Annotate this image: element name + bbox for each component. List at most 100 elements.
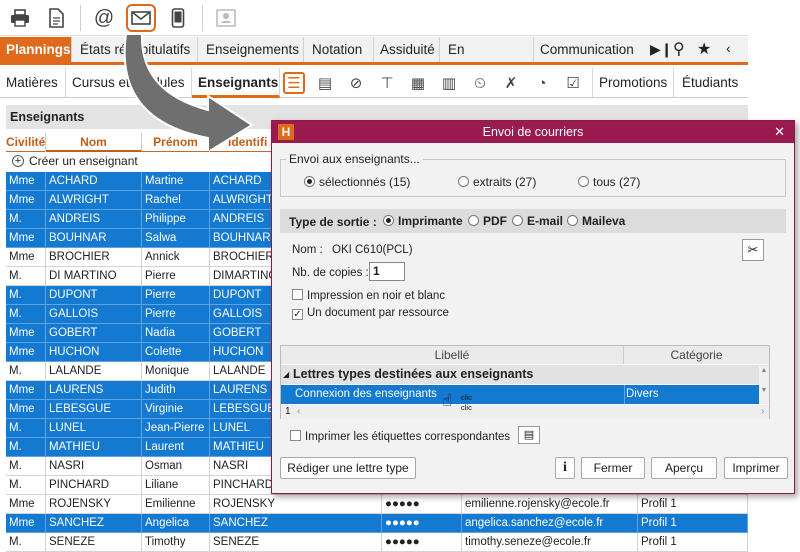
click-label-2: clic xyxy=(461,403,472,412)
search-icon[interactable]: ⚲ xyxy=(673,39,685,59)
check-icon[interactable]: ☑ xyxy=(562,72,584,94)
cell-civ: M. xyxy=(6,476,46,495)
gauge-icon[interactable]: ◔ xyxy=(531,72,553,94)
output-pdf-radio[interactable]: PDF xyxy=(468,214,507,228)
nav-plannings[interactable]: Plannings xyxy=(0,37,72,62)
hand-cursor-icon: ☝ xyxy=(442,391,453,410)
row-counter: 1 xyxy=(285,406,291,417)
preview-button[interactable]: Aperçu xyxy=(651,457,717,479)
forbidden-icon[interactable]: ⊘ xyxy=(345,72,367,94)
close-button[interactable]: Fermer xyxy=(581,457,645,479)
cell-civ: Mme xyxy=(6,172,46,191)
print-button[interactable]: Imprimer xyxy=(724,457,788,479)
cell-nom: MATHIEU xyxy=(46,438,142,457)
cell-nom: LEBESGUE xyxy=(46,400,142,419)
clock-icon[interactable]: ⏲ xyxy=(469,72,491,94)
cell-prenom: Judith xyxy=(142,381,210,400)
id-card-icon[interactable]: ▤ xyxy=(314,72,336,94)
printer-settings-icon[interactable]: ✂ xyxy=(742,239,764,261)
phone-icon[interactable] xyxy=(166,6,190,30)
table-footer: 1 ‹ › xyxy=(281,405,769,419)
dialog-titlebar: H Envoi de courriers ✕ xyxy=(272,121,794,143)
cell-civ: Mme xyxy=(6,495,46,514)
table-row[interactable]: Mme ROJENSKY Emilienne ROJENSKY ●●●●● emilien… xyxy=(6,495,748,514)
cell-nom: DUPONT xyxy=(46,286,142,305)
cell-prenom: Monique xyxy=(142,362,210,381)
mail-icon[interactable] xyxy=(126,4,156,32)
cell-prenom: Osman xyxy=(142,457,210,476)
letter-row[interactable]: Connexion des enseignants Divers xyxy=(281,385,769,404)
cell-civ: M. xyxy=(6,457,46,476)
send-extracted-radio[interactable]: extraits (27) xyxy=(458,175,536,189)
cell-nom: DI MARTINO xyxy=(46,267,142,286)
cell-nom: NASRI xyxy=(46,457,142,476)
cell-civ: Mme xyxy=(6,324,46,343)
table-row[interactable]: Mme SANCHEZ Angelica SANCHEZ ●●●●● angelica.s… xyxy=(6,514,748,533)
cell-prenom: Jean-Pierre xyxy=(142,419,210,438)
tab-matieres[interactable]: Matières xyxy=(0,68,66,98)
cell-prenom: Pierre xyxy=(142,286,210,305)
pointer-arrow xyxy=(123,33,254,150)
cell-prenom: Virginie xyxy=(142,400,210,419)
contact-card-icon[interactable] xyxy=(214,6,238,30)
star-icon[interactable]: ★ xyxy=(697,39,711,59)
close-icon[interactable]: ✕ xyxy=(774,121,785,143)
cell-nom: LUNEL xyxy=(46,419,142,438)
table-row[interactable]: M. SENEZE Timothy SENEZE ●●●●● timothy.seneze… xyxy=(6,533,748,552)
one-doc-checkbox[interactable]: ✓ Un document par ressource xyxy=(292,307,449,320)
cell-nom: PINCHARD xyxy=(46,476,142,495)
nav-entreprise[interactable]: En entreprise xyxy=(442,37,534,82)
col-libelle[interactable]: Libellé xyxy=(281,346,624,364)
info-button[interactable]: i xyxy=(555,457,575,479)
filter-icon[interactable]: ⊤ xyxy=(376,72,398,94)
cell-nom: GOBERT xyxy=(46,324,142,343)
output-printer-radio[interactable]: Imprimante xyxy=(383,214,463,228)
cell-prenom: Timothy xyxy=(142,533,210,552)
tab-promotions[interactable]: Promotions xyxy=(592,68,674,98)
document-icon[interactable] xyxy=(44,6,68,30)
scroll-right-icon[interactable]: › xyxy=(761,405,764,419)
cell-email: emilienne.rojensky@ecole.fr xyxy=(462,495,638,514)
labels-icon[interactable]: ▤ xyxy=(518,426,540,444)
cell-nom: BOUHNAR xyxy=(46,229,142,248)
send-all-radio[interactable]: tous (27) xyxy=(578,175,640,189)
send-selected-radio[interactable]: sélectionnés (15) xyxy=(304,175,410,189)
write-letter-button[interactable]: Rédiger une lettre type xyxy=(280,457,416,479)
grid-icon[interactable]: ▦ xyxy=(407,72,429,94)
copies-input[interactable]: 1 xyxy=(369,262,405,281)
at-icon[interactable]: @ xyxy=(92,6,116,30)
col-civilite[interactable]: Civilité xyxy=(6,133,46,152)
nav-notation[interactable]: Notation xyxy=(306,37,374,62)
cell-civ: Mme xyxy=(6,248,46,267)
table-scrollbar[interactable]: ▲ ▼ xyxy=(759,366,769,404)
scroll-left-icon[interactable]: ‹ xyxy=(297,405,300,419)
col-categorie[interactable]: Catégorie xyxy=(624,346,769,364)
sub-nav: Matières Cursus et modules Enseignants ☰… xyxy=(0,68,748,98)
skip-end-icon[interactable]: ▶❙ xyxy=(650,41,673,58)
remove-icon[interactable]: ✗ xyxy=(500,72,522,94)
columns-icon[interactable]: ▥ xyxy=(438,72,460,94)
list-view-icon[interactable]: ☰ xyxy=(283,72,305,94)
cell-prenom: Annick xyxy=(142,248,210,267)
bw-checkbox[interactable]: Impression en noir et blanc xyxy=(292,289,445,302)
letter-group-row[interactable]: ◢ Lettres types destinées aux enseignant… xyxy=(281,365,769,384)
cell-civ: Mme xyxy=(6,343,46,362)
cell-pwd: ●●●●● xyxy=(382,514,462,533)
print-labels-checkbox[interactable]: Imprimer les étiquettes correspondantes xyxy=(290,430,510,443)
output-email-radio[interactable]: E-mail xyxy=(512,214,563,228)
cell-prenom: Pierre xyxy=(142,267,210,286)
printer-name-value: OKI C610(PCL) xyxy=(332,244,413,256)
main-nav: Plannings États récapitulatifs Enseignem… xyxy=(0,37,748,82)
nav-communication[interactable]: Communication xyxy=(534,37,638,62)
printer-icon[interactable] xyxy=(8,6,32,30)
nav-assiduite[interactable]: Assiduité xyxy=(374,37,440,62)
cell-nom: BROCHIER xyxy=(46,248,142,267)
cell-nom: ROJENSKY xyxy=(46,495,142,514)
output-maileva-radio[interactable]: Maileva xyxy=(567,214,625,228)
cell-civ: M. xyxy=(6,362,46,381)
collapse-icon[interactable]: ◢ xyxy=(283,365,289,384)
cell-civ: M. xyxy=(6,267,46,286)
chevron-left-icon[interactable]: ‹ xyxy=(726,40,731,56)
cell-prenom: Colette xyxy=(142,343,210,362)
tab-etudiants[interactable]: Étudiants xyxy=(676,68,744,98)
